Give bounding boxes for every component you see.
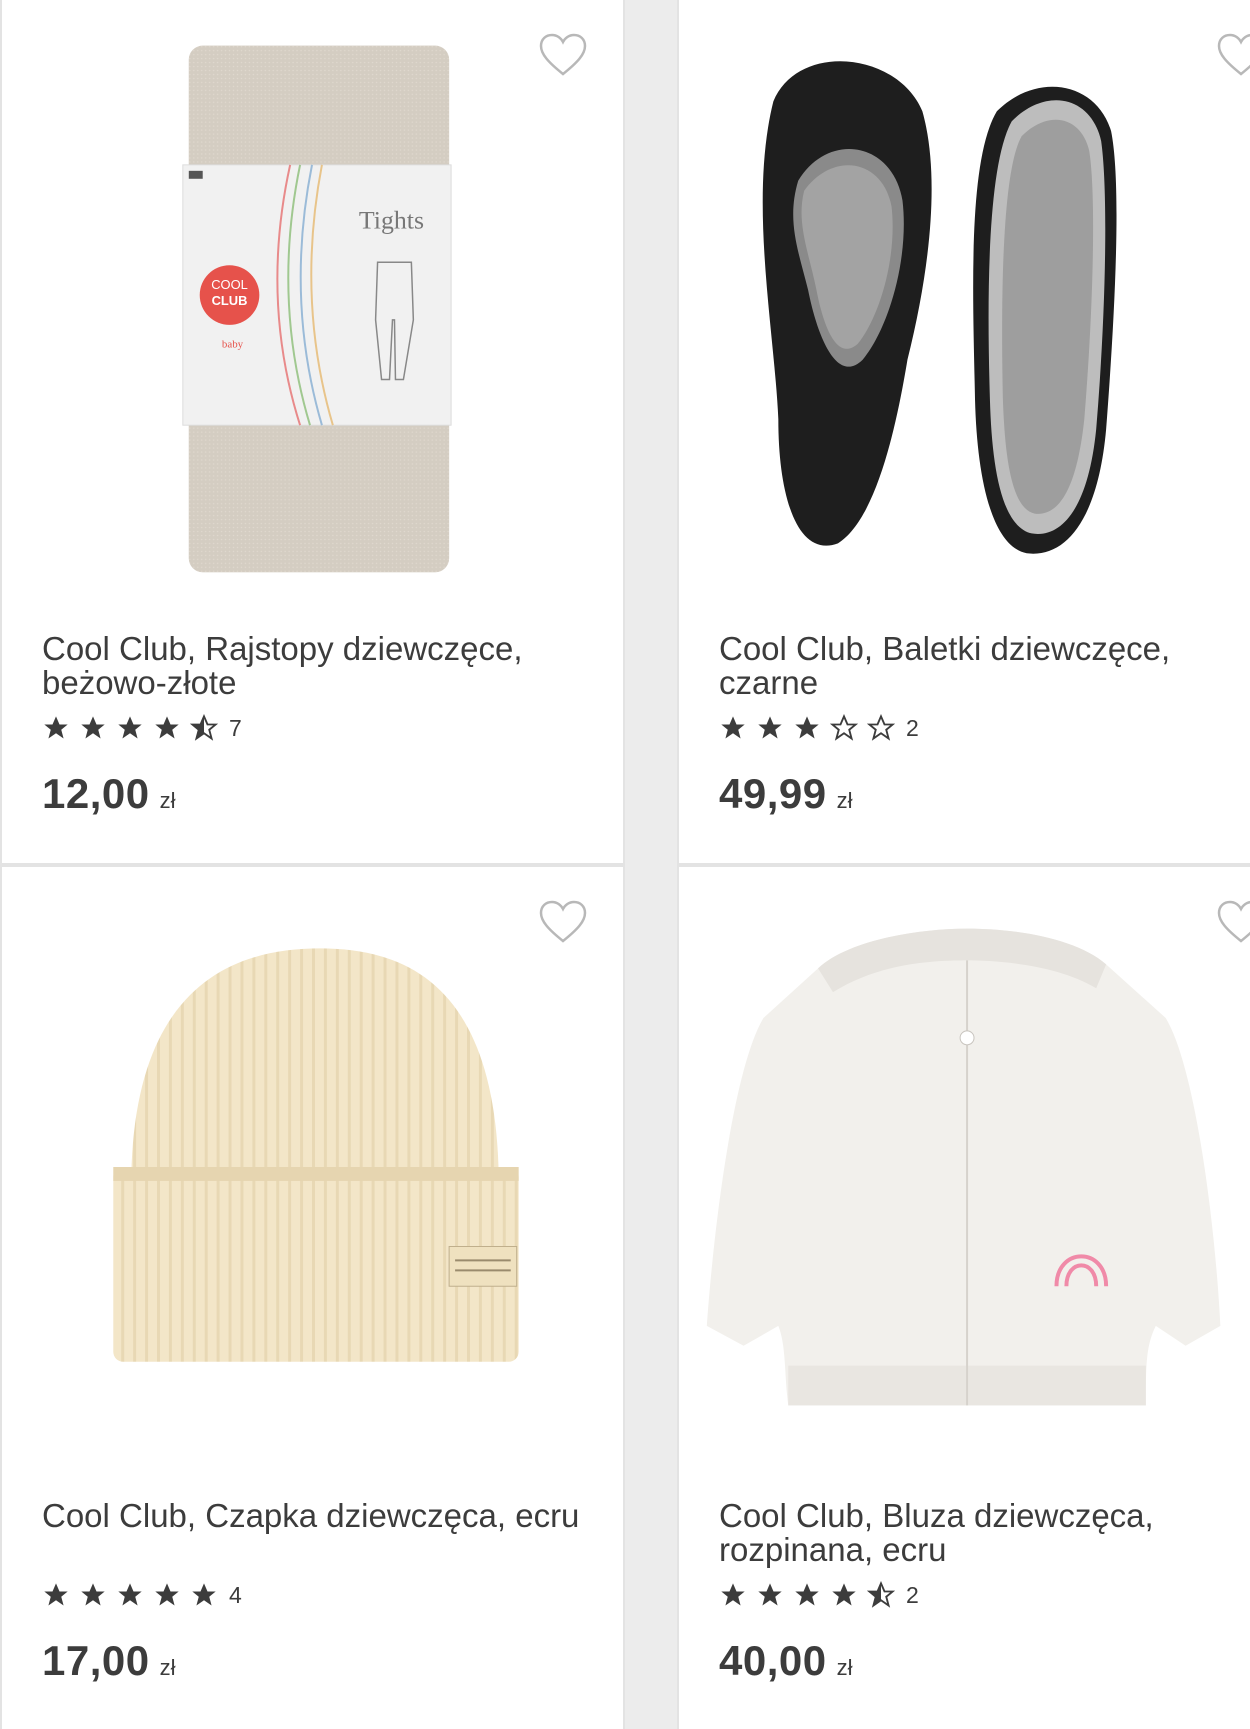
- star-full-icon: [155, 1583, 179, 1606]
- heart-icon[interactable]: [538, 32, 588, 78]
- star-full-icon: [81, 716, 105, 739]
- price: 12,00 zł: [42, 770, 176, 818]
- rating: 2: [719, 714, 919, 742]
- review-count: 2: [906, 1581, 919, 1608]
- star-full-icon: [44, 716, 68, 739]
- product-title[interactable]: Cool Club, Baletki dziewczęce, czarne: [719, 632, 1250, 700]
- price-currency: zł: [159, 788, 176, 813]
- review-count: 2: [906, 714, 919, 741]
- packaging-sub-label: baby: [222, 339, 244, 351]
- price-amount: 17,00: [42, 1637, 150, 1684]
- rating: 7: [42, 714, 242, 742]
- packaging-label: Tights: [359, 205, 424, 234]
- star-full-icon: [758, 716, 782, 739]
- price-amount: 12,00: [42, 770, 150, 817]
- product-card[interactable]: Cool Club, Baletki dziewczęce, czarne 2 …: [677, 0, 1250, 865]
- product-image-hat[interactable]: [2, 867, 623, 1467]
- price: 17,00 zł: [42, 1637, 176, 1685]
- price-currency: zł: [836, 788, 853, 813]
- review-count: 7: [229, 714, 242, 741]
- star-full-icon: [795, 1583, 819, 1606]
- star-full-icon: [758, 1583, 782, 1606]
- review-count: 4: [229, 1581, 242, 1608]
- star-full-icon: [795, 716, 819, 739]
- product-grid: COOL CLUB baby Tights Cool Club, Rajstop…: [0, 0, 1250, 1729]
- price: 49,99 zł: [719, 770, 853, 818]
- star-full-icon: [155, 716, 179, 739]
- product-title[interactable]: Cool Club, Bluza dziewczęca, rozpinana, …: [719, 1499, 1250, 1567]
- price-amount: 49,99: [719, 770, 827, 817]
- price-currency: zł: [159, 1655, 176, 1680]
- star-full-icon: [118, 1583, 142, 1606]
- rating: 4: [42, 1581, 242, 1609]
- rating: 2: [719, 1581, 919, 1609]
- heart-icon[interactable]: [1216, 32, 1250, 78]
- brand-logo-text: CLUB: [212, 293, 248, 308]
- star-half-icon: [867, 1581, 895, 1608]
- star-full-icon: [832, 1583, 856, 1606]
- product-card[interactable]: Cool Club, Czapka dziewczęca, ecru 4 17,…: [0, 865, 625, 1729]
- product-title[interactable]: Cool Club, Czapka dziewczęca, ecru: [42, 1499, 582, 1533]
- price: 40,00 zł: [719, 1637, 853, 1685]
- star-full-icon: [118, 716, 142, 739]
- star-half-icon: [190, 714, 218, 741]
- price-currency: zł: [836, 1655, 853, 1680]
- heart-icon[interactable]: [538, 899, 588, 945]
- brand-logo-text: COOL: [211, 277, 248, 292]
- star-full-icon: [81, 1583, 105, 1606]
- star-full-icon: [721, 1583, 745, 1606]
- product-card[interactable]: Cool Club, Bluza dziewczęca, rozpinana, …: [677, 865, 1250, 1729]
- product-card[interactable]: COOL CLUB baby Tights Cool Club, Rajstop…: [0, 0, 625, 865]
- product-title[interactable]: Cool Club, Rajstopy dziewczęce, beżowo-z…: [42, 632, 582, 700]
- star-empty-icon: [867, 714, 895, 741]
- star-full-icon: [192, 1583, 216, 1606]
- star-full-icon: [44, 1583, 68, 1606]
- product-image-ballet-shoes[interactable]: [679, 0, 1250, 600]
- product-image-sweatshirt[interactable]: [679, 867, 1250, 1467]
- heart-icon[interactable]: [1216, 899, 1250, 945]
- star-full-icon: [721, 716, 745, 739]
- star-empty-icon: [830, 714, 858, 741]
- product-image-tights[interactable]: COOL CLUB baby Tights: [2, 0, 623, 600]
- price-amount: 40,00: [719, 1637, 827, 1684]
